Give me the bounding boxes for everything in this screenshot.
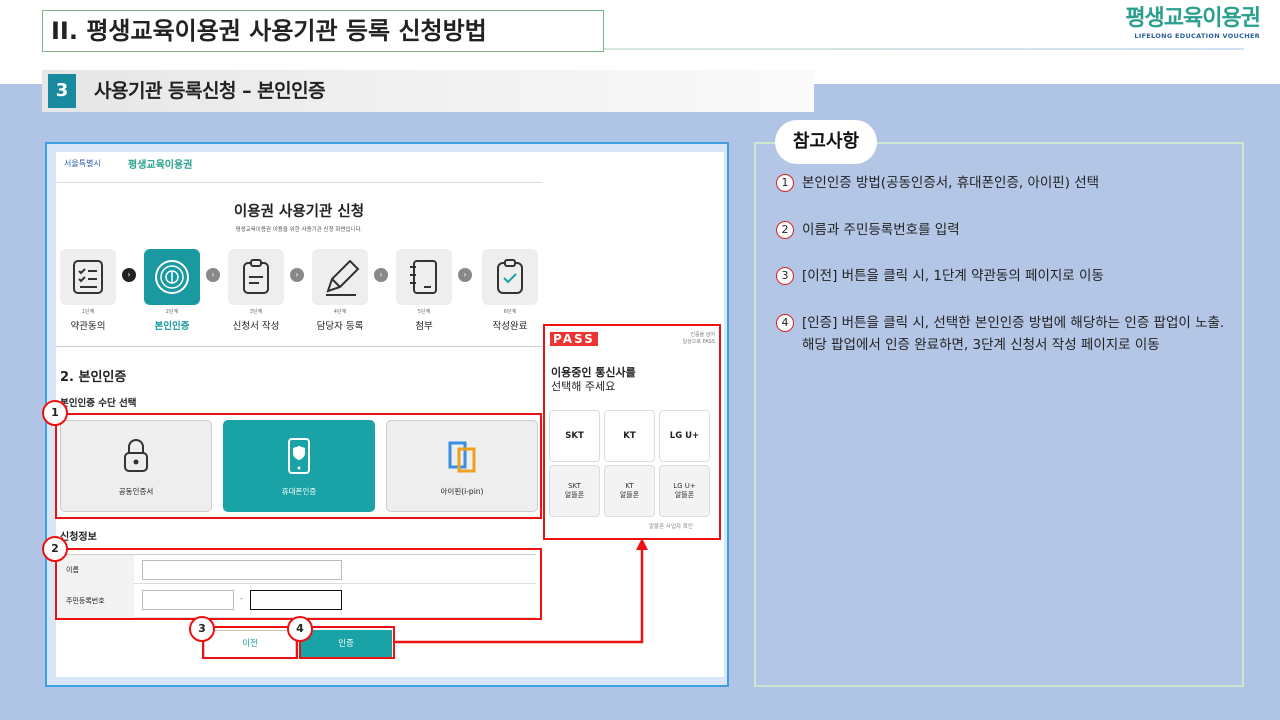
brand-logo-text: 평생교육이용권: [1125, 6, 1261, 31]
step-6-icon-box: [482, 249, 538, 305]
note-text: [이전] 버튼을 클릭 시, 1단계 약관동의 페이지로 이동: [802, 268, 1104, 284]
clipboard-check-icon: [497, 259, 523, 294]
note-item-4: 4 [인증] 버튼을 클릭 시, 선택한 본인인증 방법에 해당하는 인증 팝업이…: [776, 312, 1224, 356]
step-4-icon-box: [312, 249, 368, 305]
note-text: 이름과 주민등록번호를 입력: [802, 222, 960, 238]
note-number: 4: [776, 314, 794, 332]
method-heading: 본인인증 수단 선택: [60, 398, 137, 409]
notebook-icon: [410, 260, 437, 294]
note-item-1: 1 본인인증 방법(공동인증서, 휴대폰인증, 아이핀) 선택: [776, 172, 1099, 194]
notes-badge: 참고사항: [775, 120, 877, 164]
voucher-logo: 평생교육이용권: [128, 160, 193, 171]
annotation-box-auth: [299, 626, 395, 659]
seoul-logo: 서울특별시: [64, 159, 101, 168]
step-number: 6단계: [503, 309, 517, 315]
note-item-2: 2 이름과 주민등록번호를 입력: [776, 219, 960, 241]
step-arrow-icon: ›: [206, 268, 220, 282]
step-number: 2단계: [165, 309, 179, 315]
brand-logo-subtitle: LIFELONG EDUCATION VOUCHER: [1134, 32, 1260, 40]
step-label-verification: 본인인증: [154, 321, 190, 332]
page-title: 이용권 사용기관 신청: [233, 204, 365, 220]
note-number: 2: [776, 221, 794, 239]
step-number: 3단계: [249, 309, 263, 315]
step-label-attachment: 첨부: [415, 321, 433, 332]
header-divider: [56, 182, 542, 183]
annotation-box-prev: [202, 626, 298, 659]
annotation-box-methods: [55, 413, 542, 519]
step-number: 5단계: [417, 309, 431, 315]
annotation-arrow: [395, 538, 648, 644]
step-3-icon-box: [228, 249, 284, 305]
step-5-icon-box: [396, 249, 452, 305]
step-arrow-icon: ›: [374, 268, 388, 282]
note-number: 3: [776, 267, 794, 285]
brand-logo: 평생교육이용권 LIFELONG EDUCATION VOUCHER: [1120, 6, 1261, 46]
step-1-icon-box: [60, 249, 116, 305]
section-title: 사용기관 등록신청 – 본인인증: [94, 80, 326, 102]
step-arrow-icon: ›: [458, 268, 472, 282]
note-item-3: 3 [이전] 버튼을 클릭 시, 1단계 약관동의 페이지로 이동: [776, 265, 1104, 287]
step-arrow-icon: ›: [122, 268, 136, 282]
clipboard-icon: [243, 259, 269, 294]
note-text: 본인인증 방법(공동인증서, 휴대폰인증, 아이핀) 선택: [802, 175, 1100, 191]
step-label-terms: 약관동의: [70, 321, 106, 332]
step-label-application: 신청서 작성: [232, 321, 280, 332]
steps-divider: [56, 346, 542, 347]
page-subtitle: 평생교육이용권 이용을 위한 사용기관 신청 화면입니다.: [235, 227, 363, 233]
step-number: 4단계: [333, 309, 347, 315]
fingerprint-icon: [155, 260, 189, 294]
note-text-line2: 해당 팝업에서 인증 완료하면, 3단계 신청서 작성 페이지로 이동: [802, 337, 1160, 353]
step-label-manager: 담당자 등록: [316, 321, 364, 332]
step-label-complete: 작성완료: [492, 321, 528, 332]
note-text: [인증] 버튼을 클릭 시, 선택한 본인인증 방법에 해당하는 인증 팝업이 …: [802, 315, 1225, 331]
note-number: 1: [776, 174, 794, 192]
annotation-marker-2: 2: [42, 536, 68, 562]
annotation-marker-4: 4: [287, 616, 313, 642]
pencil-icon: [326, 259, 360, 296]
slide-title: II. 평생교육이용권 사용기관 등록 신청방법: [42, 10, 604, 52]
step-arrow-icon: ›: [290, 268, 304, 282]
step-number: 1단계: [81, 309, 95, 315]
annotation-marker-3: 3: [189, 616, 215, 642]
checklist-icon: [73, 260, 103, 294]
title-underline: [604, 48, 1244, 50]
section-heading: 2. 본인인증: [60, 370, 127, 385]
step-2-icon-box: [144, 249, 200, 305]
annotation-box-popup: [543, 324, 721, 540]
annotation-marker-1: 1: [42, 400, 68, 426]
section-number: 3: [48, 74, 76, 108]
